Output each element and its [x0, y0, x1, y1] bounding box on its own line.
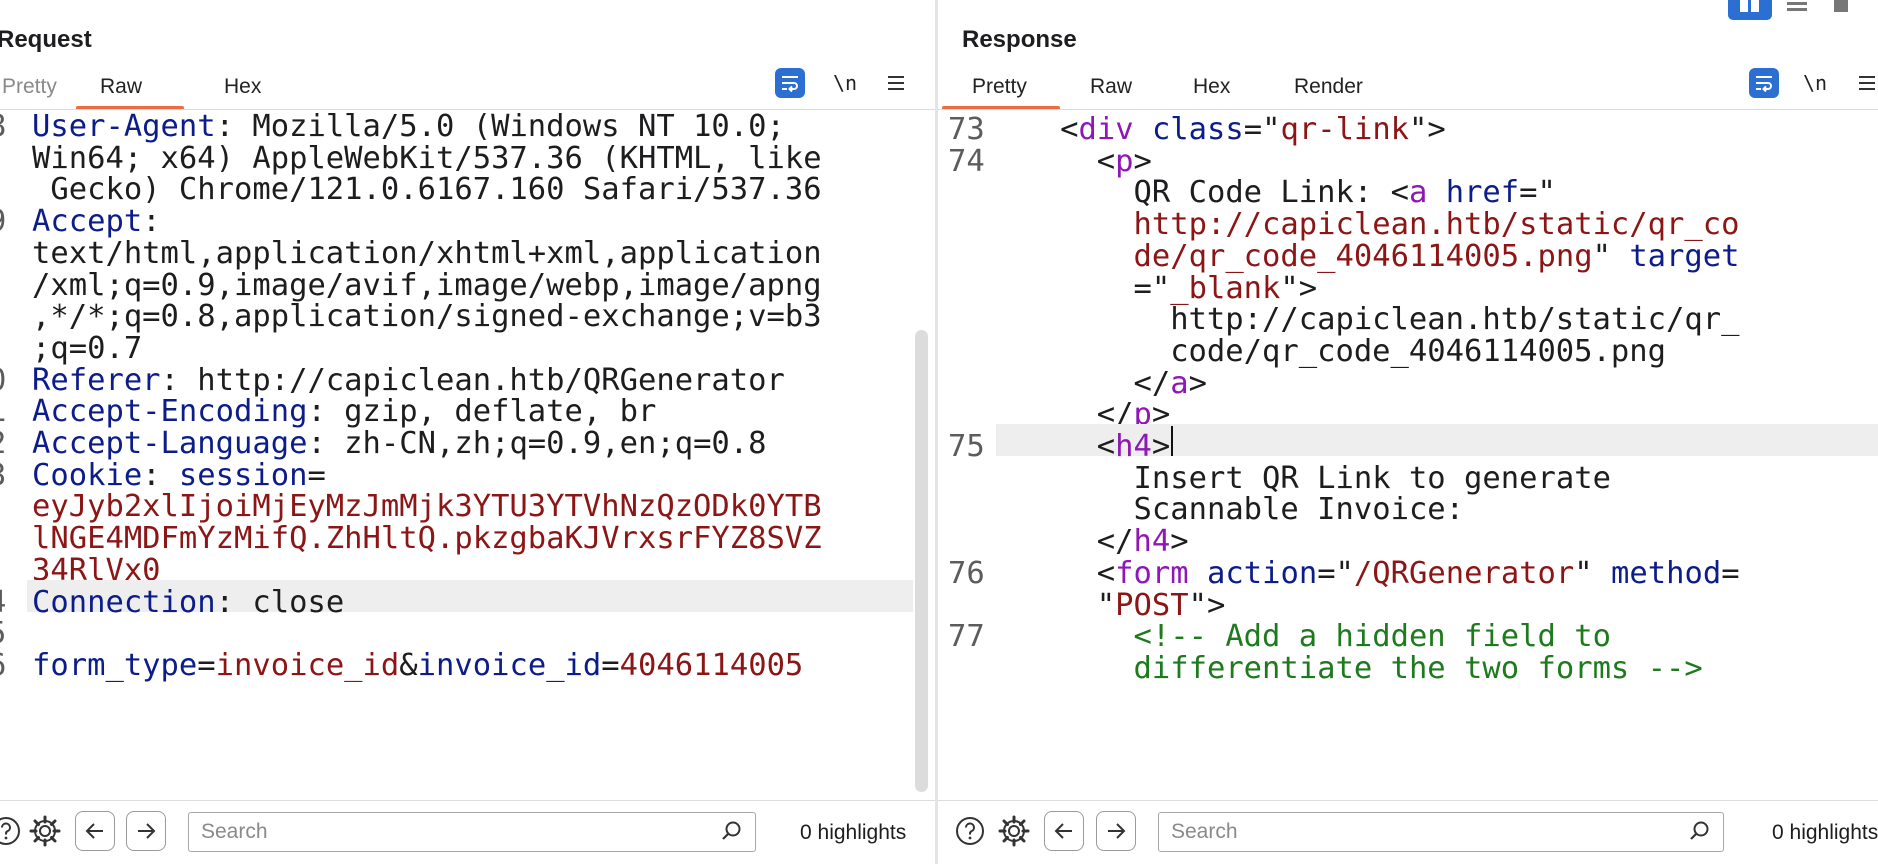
code-token: form_type — [32, 647, 198, 683]
back-button[interactable] — [1044, 811, 1084, 851]
back-button[interactable] — [75, 811, 115, 851]
tab-raw[interactable]: Raw — [100, 75, 142, 99]
forward-button[interactable] — [126, 811, 166, 851]
code-text: differentiate the two forms --> — [1134, 650, 1703, 688]
arrow-right-icon — [138, 823, 156, 839]
request-editor[interactable]: 8User-Agent: Mozilla/5.0 (Windows NT 10.… — [0, 112, 935, 794]
tab-hex[interactable]: Hex — [224, 75, 261, 99]
tab-pretty[interactable]: Pretty — [2, 75, 57, 99]
request-search-box — [188, 812, 756, 852]
wrap-lines-icon — [782, 76, 798, 92]
wrap-lines-button[interactable] — [775, 68, 805, 98]
search-icon[interactable] — [719, 819, 745, 845]
code-token: 4046114005 — [619, 647, 804, 683]
response-footer: 0 highlights — [938, 800, 1878, 864]
help-button[interactable] — [0, 811, 26, 851]
gear-icon — [998, 815, 1030, 847]
menu-icon — [1859, 76, 1875, 78]
code-line: differentiate the two forms --> — [938, 650, 1878, 688]
layout-split-vertical-button[interactable] — [1775, 0, 1819, 20]
tab-hex[interactable]: Hex — [1193, 75, 1230, 99]
code-token: = — [197, 647, 216, 683]
split-horizontal-icon — [1740, 0, 1759, 12]
line-number: 6 — [0, 647, 6, 685]
arrow-right-icon — [1108, 823, 1126, 839]
code-token: invoice_id — [215, 647, 400, 683]
request-footer: 0 highlights — [0, 800, 935, 864]
response-editor[interactable]: 73 <div class="qr-link"> 74 <p> QR Code Link… — [938, 112, 1878, 794]
response-search-box — [1158, 812, 1724, 852]
wrap-lines-button[interactable] — [1749, 68, 1779, 98]
code-token: & — [399, 647, 418, 683]
code-line: 6form_type=invoice_id&invoice_id=4046114… — [0, 647, 935, 685]
split-vertical-icon — [1787, 2, 1807, 11]
tab-raw[interactable]: Raw — [1090, 75, 1132, 99]
code-token: differentiate the two forms --> — [1133, 650, 1703, 686]
search-input[interactable] — [1171, 819, 1675, 845]
help-icon — [956, 817, 984, 845]
wrap-lines-icon — [1756, 76, 1772, 92]
show-newlines-button[interactable]: \n — [830, 68, 860, 98]
text-caret — [1171, 426, 1174, 456]
help-icon — [0, 817, 20, 845]
code-text: form_type=invoice_id&invoice_id=40461140… — [32, 647, 803, 685]
tab-render[interactable]: Render — [1294, 75, 1363, 99]
gear-icon — [29, 815, 61, 847]
tabbar-divider — [0, 109, 935, 110]
tabbar-divider — [938, 109, 1878, 110]
highlights-count: 0 highlights — [800, 821, 907, 844]
menu-button[interactable] — [881, 68, 911, 98]
help-button[interactable] — [950, 811, 990, 851]
tab-pretty[interactable]: Pretty — [972, 75, 1027, 99]
code-token: invoice_id — [417, 647, 602, 683]
arrow-left-icon — [1054, 823, 1072, 839]
layout-split-horizontal-button[interactable] — [1728, 0, 1772, 20]
code-token: = — [601, 647, 620, 683]
request-title: Request — [0, 26, 92, 53]
tabs-layout-icon — [1834, 0, 1848, 12]
layout-tabs-button[interactable] — [1824, 0, 1868, 20]
response-pane: Response Pretty Raw Hex Render \n 73 <div… — [938, 0, 1878, 864]
forward-button[interactable] — [1096, 811, 1136, 851]
response-title: Response — [962, 26, 1077, 53]
search-icon[interactable] — [1687, 819, 1713, 845]
highlights-count: 0 highlights — [1772, 821, 1878, 844]
arrow-left-icon — [85, 823, 103, 839]
search-input[interactable] — [201, 819, 707, 845]
request-pane: Request Pretty Raw Hex \n 8User-Agent: M… — [0, 0, 935, 864]
request-scrollbar[interactable] — [915, 330, 928, 792]
settings-button[interactable] — [994, 811, 1034, 851]
settings-button[interactable] — [25, 811, 65, 851]
show-newlines-button[interactable]: \n — [1800, 68, 1830, 98]
menu-button[interactable] — [1852, 68, 1878, 98]
menu-icon — [888, 76, 904, 78]
